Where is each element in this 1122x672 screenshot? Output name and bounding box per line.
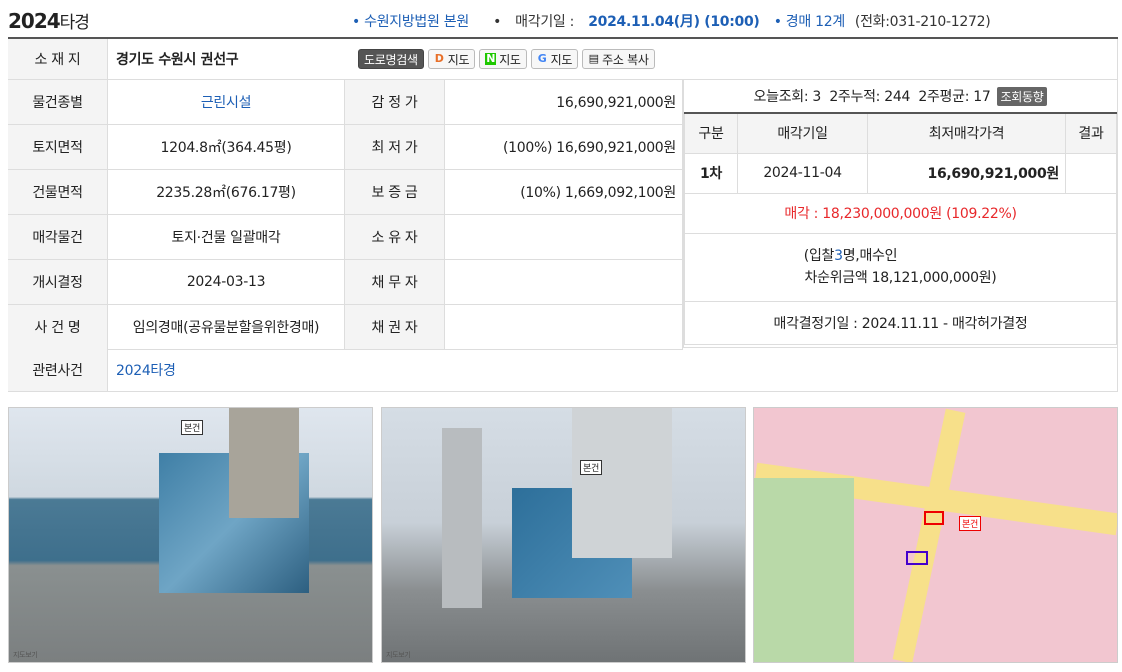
sold-info: 매각 : 18,230,000,000원 (109.22%) — [684, 192, 1117, 234]
view-trend-button[interactable]: 조회동향 — [996, 86, 1048, 106]
sale-date: 2024.11.04(月) (10:00) — [588, 14, 760, 30]
field-value — [445, 260, 683, 304]
related-case-label: 관련사건 — [8, 349, 108, 391]
header-round: 구분 — [684, 112, 738, 154]
building-photo-2[interactable]: 본건 지도보기 — [381, 407, 746, 663]
field-label: 채 권 자 — [345, 305, 445, 349]
document-icon: ▤ — [588, 52, 599, 65]
court-name: 수원지방법원 본원 — [364, 14, 469, 30]
case-title: 2024타경 — [8, 9, 90, 33]
copy-address-button[interactable]: ▤ 주소 복사 — [582, 49, 655, 69]
google-logo-icon: G — [537, 52, 547, 65]
min-price: 16,690,921,000원 — [867, 152, 1066, 194]
auction-history-panel: 오늘조회: 3 2주누적: 244 2주평균: 17 조회동향 구분 매각기일 최저매… — [683, 80, 1118, 348]
cadastral-map[interactable]: 본건 — [753, 407, 1118, 663]
field-label: 건물면적 — [8, 170, 108, 214]
field-label: 최 저 가 — [345, 125, 445, 169]
table-row: 물건종별 근린시설 감 정 가 16,690,921,000원 — [8, 80, 683, 125]
subject-tag: 본건 — [181, 420, 203, 435]
field-value — [445, 305, 683, 349]
field-label: 감 정 가 — [345, 80, 445, 124]
header-min-price: 최저매각가격 — [867, 112, 1066, 154]
field-label: 소 유 자 — [345, 215, 445, 259]
address-label: 소 재 지 — [8, 39, 108, 79]
building-photo-1[interactable]: 본건 지도보기 — [8, 407, 373, 663]
field-value: 2235.28㎡(676.17평) — [108, 170, 345, 214]
header-result: 결과 — [1065, 112, 1117, 154]
field-label: 보 증 금 — [345, 170, 445, 214]
subject-tag: 본건 — [959, 516, 981, 531]
subject-tag: 본건 — [580, 460, 602, 475]
field-label: 물건종별 — [8, 80, 108, 124]
table-row: 매각물건 토지·건물 일괄매각 소 유 자 — [8, 215, 683, 260]
google-map-button[interactable]: G 지도 — [530, 49, 579, 69]
field-value — [445, 215, 683, 259]
field-value: 2024-03-13 — [108, 260, 345, 304]
daum-logo-icon: D — [434, 52, 444, 65]
case-info: • 수원지방법원 본원 • 매각기일 : 2024.11.04(月) (10:0… — [352, 14, 991, 30]
field-value: (10%) 1,669,092,100원 — [445, 170, 683, 214]
field-value: 토지·건물 일괄매각 — [108, 215, 345, 259]
decision-info: 매각결정기일 : 2024.11.11 - 매각허가결정 — [684, 300, 1117, 345]
auction-history-table: 구분 매각기일 최저매각가격 결과 1차 2024-11-04 16,690,921,00… — [684, 112, 1117, 345]
field-value: 16,690,921,000원 — [445, 80, 683, 124]
road-name-search-button[interactable]: 도로명검색 — [358, 49, 424, 69]
naver-logo-icon: N — [485, 52, 497, 65]
field-value: 임의경매(공유물분할을위한경매) — [108, 305, 345, 349]
table-row: 개시결정 2024-03-13 채 무 자 — [8, 260, 683, 305]
round: 1차 — [684, 152, 738, 194]
daum-map-button[interactable]: D 지도 — [427, 49, 476, 69]
field-value: 1204.8㎡(364.45평) — [108, 125, 345, 169]
result — [1065, 152, 1117, 194]
date: 2024-11-04 — [737, 152, 868, 194]
table-row: 토지면적 1204.8㎡(364.45평) 최 저 가 (100%) 16,69… — [8, 125, 683, 170]
view-stats: 오늘조회: 3 2주누적: 244 2주평균: 17 — [753, 89, 991, 105]
field-value: (100%) 16,690,921,000원 — [445, 125, 683, 169]
field-label: 채 무 자 — [345, 260, 445, 304]
field-label: 토지면적 — [8, 125, 108, 169]
field-value[interactable]: 근린시설 — [108, 80, 345, 124]
table-row: 건물면적 2235.28㎡(676.17평) 보 증 금 (10%) 1,669… — [8, 170, 683, 215]
field-label: 매각물건 — [8, 215, 108, 259]
bid-info: (입찰3명,매수인 차순위금액 18,121,000,000원) — [684, 232, 1117, 302]
table-row: 사 건 명 임의경매(공유물분할을위한경매) 채 권 자 — [8, 305, 683, 350]
table-row: 1차 2024-11-04 16,690,921,000원 — [684, 152, 1117, 194]
address-value: 경기도 수원시 권선구 — [116, 52, 239, 68]
header-date: 매각기일 — [737, 112, 868, 154]
field-label: 개시결정 — [8, 260, 108, 304]
related-case-link[interactable]: 2024타경 — [108, 349, 176, 391]
naver-map-button[interactable]: N 지도 — [479, 49, 527, 69]
field-label: 사 건 명 — [8, 305, 108, 349]
